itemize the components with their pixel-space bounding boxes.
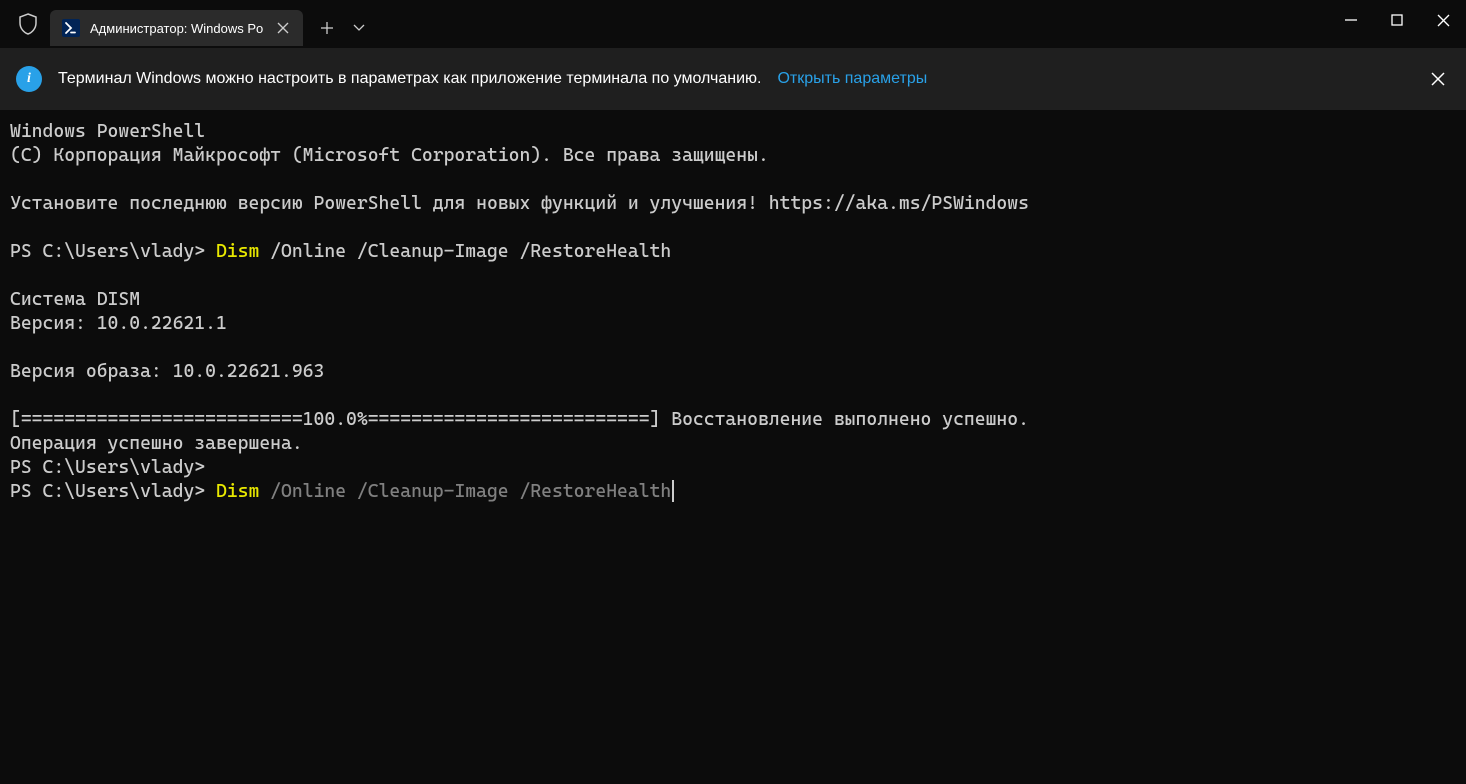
shield-icon: [18, 13, 38, 35]
terminal-command-args: /Online /Cleanup-Image /RestoreHealth: [259, 241, 671, 262]
terminal-command-args: /Online /Cleanup-Image /RestoreHealth: [259, 481, 671, 502]
powershell-icon: [62, 19, 80, 37]
info-bar-close-button[interactable]: [1426, 67, 1450, 91]
terminal-output[interactable]: Windows PowerShell (C) Корпорация Майкро…: [0, 110, 1466, 514]
tab-active[interactable]: Администратор: Windows Po: [50, 10, 303, 46]
terminal-line: Версия образа: 10.0.22621.963: [10, 361, 324, 382]
terminal-line: Установите последнюю версию PowerShell д…: [10, 193, 1029, 214]
tab-title: Администратор: Windows Po: [90, 21, 263, 36]
open-settings-link[interactable]: Открыть параметры: [777, 70, 927, 88]
terminal-line: Cистема DISM: [10, 289, 140, 310]
terminal-command: Dism: [216, 481, 259, 502]
new-tab-button[interactable]: [311, 12, 343, 44]
tab-dropdown-button[interactable]: [343, 12, 375, 44]
terminal-prompt: PS C:\Users\vlady>: [10, 457, 205, 478]
titlebar: Администратор: Windows Po: [0, 0, 1466, 48]
terminal-prompt: PS C:\Users\vlady>: [10, 481, 216, 502]
terminal-command: Dism: [216, 241, 259, 262]
terminal-line: Windows PowerShell: [10, 121, 205, 142]
terminal-line: (C) Корпорация Майкрософт (Microsoft Cor…: [10, 145, 769, 166]
terminal-cursor: [672, 480, 674, 502]
info-icon: i: [16, 66, 42, 92]
maximize-button[interactable]: [1374, 0, 1420, 40]
minimize-button[interactable]: [1328, 0, 1374, 40]
terminal-line: Версия: 10.0.22621.1: [10, 313, 227, 334]
close-button[interactable]: [1420, 0, 1466, 40]
terminal-line: Операция успешно завершена.: [10, 433, 303, 454]
tab-close-button[interactable]: [273, 18, 293, 38]
info-bar-text: Терминал Windows можно настроить в парам…: [58, 70, 761, 88]
terminal-line: [==========================100.0%=======…: [10, 409, 1029, 430]
window-controls: [1328, 0, 1466, 40]
terminal-prompt: PS C:\Users\vlady>: [10, 241, 216, 262]
info-bar: i Терминал Windows можно настроить в пар…: [0, 48, 1466, 110]
